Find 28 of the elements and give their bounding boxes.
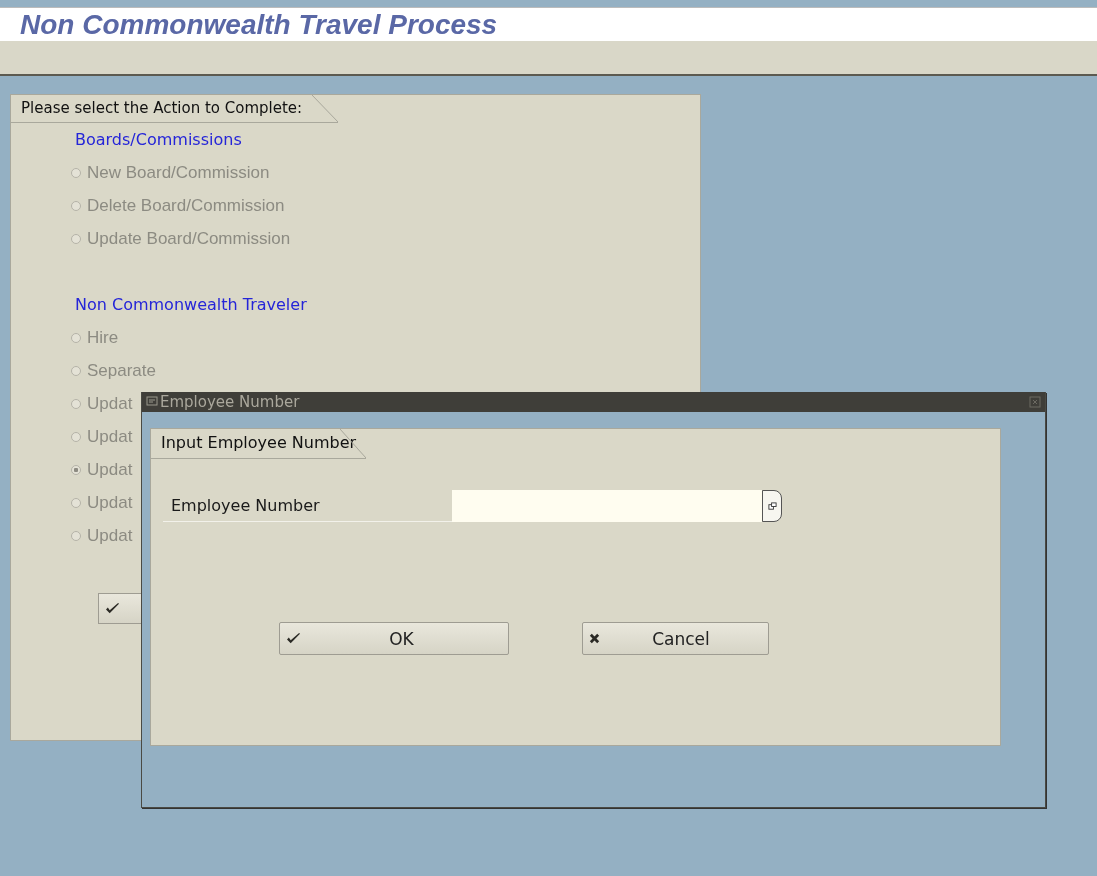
employee-number-field[interactable] (452, 490, 762, 522)
help-icon (767, 501, 777, 511)
option-label: Updat (87, 393, 133, 414)
cross-icon (589, 633, 600, 644)
option-label: Separate (87, 360, 156, 381)
check-icon (286, 632, 301, 645)
panel-header: Please select the Action to Complete: (11, 95, 339, 123)
panel-header: Input Employee Number (151, 429, 367, 459)
group-heading: Non Commonwealth Traveler (74, 294, 308, 316)
option-label: Updat (87, 459, 133, 480)
option-label: New Board/Commission (87, 162, 270, 183)
group-heading: Boards/Commissions (74, 129, 243, 151)
option-label: Updat (87, 492, 133, 513)
window-icon (146, 396, 158, 408)
page-title: Non Commonwealth Travel Process (20, 10, 498, 39)
ok-button[interactable]: OK (279, 622, 509, 655)
dialog-title: Employee Number (160, 392, 301, 412)
option-label: Hire (87, 327, 119, 348)
execute-button[interactable] (98, 593, 142, 624)
option-label: Delete Board/Commission (87, 195, 285, 216)
cancel-button[interactable]: Cancel (582, 622, 769, 655)
close-icon[interactable] (1029, 396, 1041, 408)
field-label: Employee Number (163, 490, 452, 522)
option-label: Updat (87, 525, 133, 546)
value-help-button[interactable] (762, 490, 782, 522)
option-label: Update Board/Commission (87, 228, 291, 249)
check-icon (105, 602, 120, 615)
option-label: Updat (87, 426, 133, 447)
